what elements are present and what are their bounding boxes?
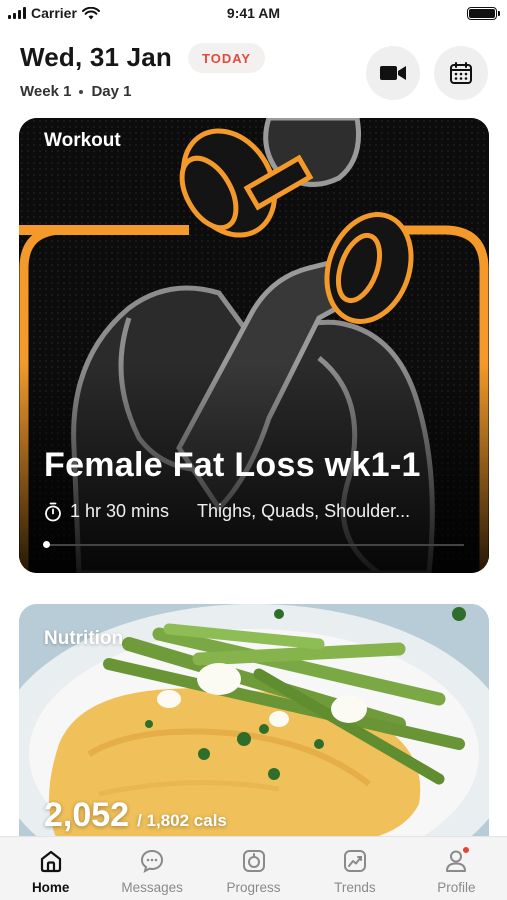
calendar-button[interactable] xyxy=(434,46,488,100)
workout-title: Female Fat Loss wk1-1 xyxy=(44,446,421,484)
workout-duration: 1 hr 30 mins xyxy=(70,501,170,521)
tab-bar: Home Messages Progress Trends Profile xyxy=(0,836,507,900)
clock: 9:41 AM xyxy=(226,5,281,21)
calorie-summary: 2,052 / 1,802 cals xyxy=(44,796,227,835)
day-label: Day 1 xyxy=(91,83,132,100)
tab-profile[interactable]: Profile xyxy=(406,837,507,900)
tab-home[interactable]: Home xyxy=(0,837,101,900)
progress-icon xyxy=(242,850,265,872)
chat-icon xyxy=(141,849,164,873)
tab-label: Trends xyxy=(334,880,376,895)
video-button[interactable] xyxy=(366,46,420,100)
page-title: Wed, 31 Jan xyxy=(20,42,173,72)
workout-label: Workout xyxy=(44,130,121,151)
week-label: Week 1 xyxy=(20,83,72,100)
workout-card[interactable]: Workout Female Fat Loss wk1-1 1 hr 30 mi… xyxy=(19,118,489,573)
nutrition-card[interactable]: Nutrition 2,052 / 1,802 cals xyxy=(19,604,489,844)
status-bar: Carrier 9:41 AM xyxy=(0,0,507,28)
calories-target: / 1,802 cals xyxy=(137,811,227,830)
separator-dot xyxy=(79,89,84,94)
workout-meta: 1 hr 30 mins Thighs, Quads, Shoulder... xyxy=(44,501,410,522)
tab-label: Home xyxy=(31,880,70,895)
stopwatch-icon xyxy=(45,502,61,521)
tab-label: Profile xyxy=(437,880,476,895)
video-camera-icon xyxy=(380,66,406,80)
carousel-indicator xyxy=(43,541,50,548)
home-icon xyxy=(40,850,61,873)
nutrition-label: Nutrition xyxy=(44,628,124,649)
calories-consumed: 2,052 xyxy=(44,796,130,834)
battery-icon xyxy=(467,7,500,20)
tab-label: Progress xyxy=(226,880,281,895)
tab-trends[interactable]: Trends xyxy=(304,837,405,900)
workout-muscles: Thighs, Quads, Shoulder... xyxy=(197,501,411,521)
tab-label: Messages xyxy=(121,880,183,895)
tab-messages[interactable]: Messages xyxy=(101,837,202,900)
tab-progress[interactable]: Progress xyxy=(203,837,304,900)
today-badge[interactable]: TODAY xyxy=(188,43,266,73)
day-header: Wed, 31 Jan TODAY Week 1 Day 1 xyxy=(0,28,507,120)
calendar-icon xyxy=(450,62,472,84)
trends-icon xyxy=(343,850,366,872)
carousel-track xyxy=(44,544,464,546)
week-day-subtitle: Week 1 Day 1 xyxy=(20,83,131,100)
profile-icon-wrap xyxy=(442,845,472,875)
